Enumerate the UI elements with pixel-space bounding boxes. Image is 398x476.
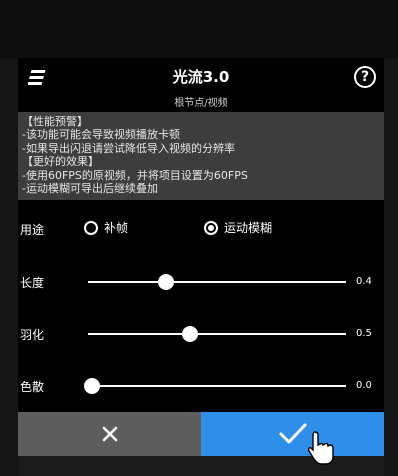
info-line: 【性能预警】 bbox=[22, 115, 88, 128]
help-icon[interactable]: ? bbox=[354, 66, 376, 88]
close-icon bbox=[102, 426, 117, 442]
dialog-header: 光流3.0 根节点/视频 ? bbox=[18, 58, 384, 110]
slider-label-feather: 羽化 bbox=[20, 328, 45, 342]
hand-cursor-icon bbox=[307, 431, 334, 465]
usage-label: 用途 bbox=[20, 223, 45, 237]
radio-label: 补帧 bbox=[104, 221, 129, 235]
slider-value-length: 0.4 bbox=[356, 276, 372, 287]
confirm-button[interactable] bbox=[201, 412, 384, 456]
slider-label-length: 长度 bbox=[20, 276, 45, 290]
slider-thumb-feather[interactable] bbox=[182, 326, 198, 342]
radio-motion-blur[interactable]: 运动模糊 bbox=[204, 219, 272, 236]
info-line: -运动模糊可导出后继续叠加 bbox=[22, 182, 158, 196]
dialog-title: 光流3.0 bbox=[172, 68, 230, 86]
background-right-panel bbox=[384, 58, 398, 476]
slider-value-feather: 0.5 bbox=[356, 328, 372, 339]
info-line: -使用60FPS的原视频，并将项目设置为60FPS bbox=[22, 168, 248, 182]
radio-circle-selected bbox=[204, 220, 218, 235]
background-left-panel bbox=[0, 58, 18, 476]
background-toolbar bbox=[0, 0, 398, 58]
slider-track-feather[interactable] bbox=[88, 333, 346, 335]
radio-label: 运动模糊 bbox=[224, 221, 273, 235]
slider-track-length[interactable] bbox=[88, 281, 346, 283]
radio-frame-interpolation[interactable]: 补帧 bbox=[84, 219, 128, 236]
slider-value-dispersion: 0.0 bbox=[356, 380, 372, 391]
cancel-button[interactable] bbox=[18, 412, 201, 456]
optical-flow-dialog: 光流3.0 根节点/视频 ? 【性能预警】 -该功能可能会导致视频播放卡顿 -如… bbox=[18, 58, 384, 456]
slider-thumb-dispersion[interactable] bbox=[84, 378, 100, 394]
slider-label-dispersion: 色散 bbox=[20, 380, 45, 394]
info-box: 【性能预警】 -该功能可能会导致视频播放卡顿 -如果导出闪退请尝试降低导入视频的… bbox=[18, 112, 384, 200]
slider-track-dispersion[interactable] bbox=[88, 385, 346, 387]
slider-thumb-length[interactable] bbox=[158, 274, 174, 290]
check-icon bbox=[279, 423, 306, 444]
dialog-subtitle: 根节点/视频 bbox=[174, 98, 228, 109]
radio-circle bbox=[84, 220, 98, 235]
info-line: -如果导出闪退请尝试降低导入视频的分辨率 bbox=[22, 141, 235, 155]
info-line: 【更好的效果】 bbox=[22, 155, 99, 169]
info-line: -该功能可能会导致视频播放卡顿 bbox=[22, 128, 180, 142]
